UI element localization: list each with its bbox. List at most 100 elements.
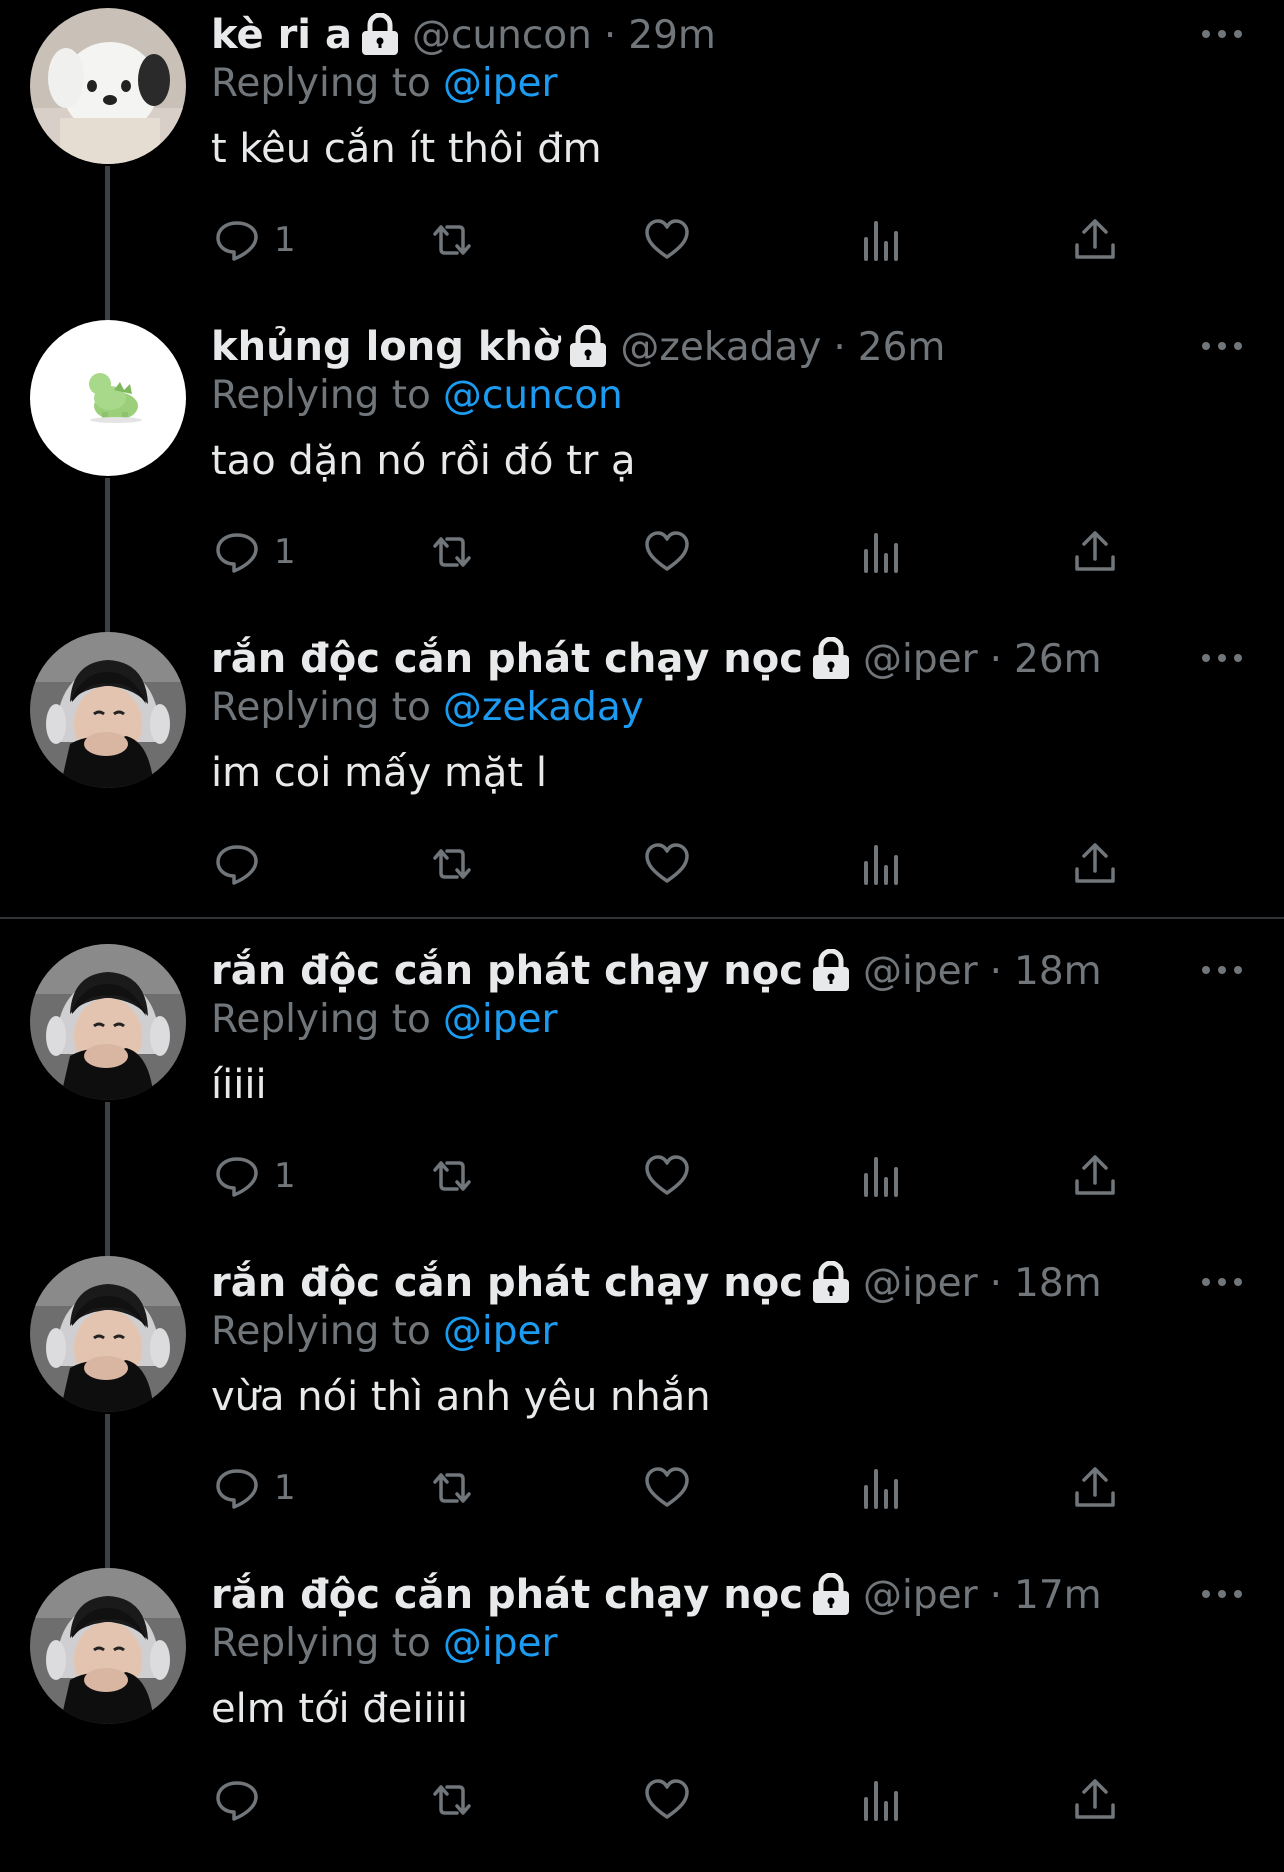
user-handle[interactable]: @iper — [863, 949, 978, 994]
views-button[interactable] — [856, 1146, 906, 1206]
share-button[interactable] — [1070, 522, 1120, 582]
timestamp[interactable]: 26m — [858, 325, 946, 370]
user-handle[interactable]: @zekaday — [620, 325, 821, 370]
avatar-image — [30, 632, 186, 788]
timestamp[interactable]: 17m — [1014, 1573, 1102, 1618]
display-name[interactable]: rắn độc cắn phát chạy nọc — [211, 1572, 803, 1618]
avatar[interactable] — [30, 944, 186, 1100]
avatar[interactable] — [30, 1568, 186, 1724]
tweet[interactable]: khủng long khờ @zekaday · 26m Replying t… — [0, 312, 1284, 624]
heart-icon — [645, 531, 689, 571]
replying-to-link[interactable]: @zekaday — [443, 685, 644, 730]
meta-separator: · — [989, 1572, 1003, 1618]
heart-icon — [645, 1467, 689, 1507]
tweet-text: elm tới đeiiiii — [211, 1686, 468, 1732]
like-button[interactable] — [642, 1770, 692, 1830]
more-icon[interactable] — [1200, 960, 1244, 980]
retweet-button[interactable] — [427, 1770, 477, 1830]
avatar[interactable] — [30, 320, 186, 476]
avatar[interactable] — [30, 632, 186, 788]
meta-separator: · — [989, 948, 1003, 994]
share-button[interactable] — [1070, 1770, 1120, 1830]
reply-button[interactable]: 1 — [212, 1458, 296, 1518]
more-icon[interactable] — [1200, 336, 1244, 356]
avatar-image — [30, 320, 186, 476]
tweet-text: vừa nói thì anh yêu nhắn — [211, 1374, 711, 1420]
tweet[interactable]: rắn độc cắn phát chạy nọc @iper · 17m Re… — [0, 1560, 1284, 1872]
heart-icon — [645, 219, 689, 259]
share-icon — [1075, 1155, 1115, 1195]
views-button[interactable] — [856, 522, 906, 582]
reply-button[interactable]: 1 — [212, 1146, 296, 1206]
share-button[interactable] — [1070, 1458, 1120, 1518]
like-button[interactable] — [642, 834, 692, 894]
views-button[interactable] — [856, 210, 906, 270]
display-name[interactable]: kè ri a — [211, 12, 352, 58]
retweet-button[interactable] — [427, 1146, 477, 1206]
like-button[interactable] — [642, 1146, 692, 1206]
share-button[interactable] — [1070, 1146, 1120, 1206]
replying-to-link[interactable]: @cuncon — [443, 373, 623, 418]
share-button[interactable] — [1070, 210, 1120, 270]
reply-button[interactable] — [212, 1770, 274, 1830]
tweet[interactable]: rắn độc cắn phát chạy nọc @iper · 18m Re… — [0, 936, 1284, 1248]
replying-to-link[interactable]: @iper — [443, 61, 558, 106]
thread-connector — [105, 624, 110, 632]
more-icon[interactable] — [1200, 648, 1244, 668]
retweet-icon — [433, 537, 471, 567]
replying-label: Replying to — [211, 1308, 431, 1354]
display-name[interactable]: rắn độc cắn phát chạy nọc — [211, 1260, 803, 1306]
display-name[interactable]: khủng long khờ — [211, 324, 560, 370]
tweet[interactable]: kè ri a @cuncon · 29m Replying to @iper … — [0, 0, 1284, 312]
timestamp[interactable]: 29m — [628, 13, 716, 58]
retweet-button[interactable] — [427, 210, 477, 270]
views-button[interactable] — [856, 834, 906, 894]
user-handle[interactable]: @iper — [863, 1261, 978, 1306]
tweet-header: khủng long khờ @zekaday · 26m — [211, 320, 945, 374]
meta-separator: · — [833, 324, 846, 370]
lock-icon — [811, 1572, 851, 1617]
share-button[interactable] — [1070, 834, 1120, 894]
views-button[interactable] — [856, 1458, 906, 1518]
user-handle[interactable]: @iper — [863, 1573, 978, 1618]
more-icon[interactable] — [1200, 1584, 1244, 1604]
like-button[interactable] — [642, 522, 692, 582]
user-handle[interactable]: @cuncon — [412, 13, 592, 58]
display-name[interactable]: rắn độc cắn phát chạy nọc — [211, 948, 803, 994]
replying-label: Replying to — [211, 372, 431, 418]
reply-button[interactable]: 1 — [212, 522, 296, 582]
tweet-text: t kêu cắn ít thôi đm — [211, 126, 602, 172]
reply-icon — [216, 533, 258, 573]
share-icon — [1075, 1467, 1115, 1507]
timestamp[interactable]: 18m — [1014, 949, 1102, 994]
like-button[interactable] — [642, 1458, 692, 1518]
replying-to-link[interactable]: @iper — [443, 1309, 558, 1354]
timestamp[interactable]: 26m — [1014, 637, 1102, 682]
replying-to-link[interactable]: @iper — [443, 1621, 558, 1666]
avatar[interactable] — [30, 8, 186, 164]
analytics-icon — [864, 221, 898, 261]
avatar[interactable] — [30, 1256, 186, 1412]
display-name[interactable]: rắn độc cắn phát chạy nọc — [211, 636, 803, 682]
reply-button[interactable] — [212, 834, 274, 894]
more-icon[interactable] — [1200, 1272, 1244, 1292]
replying-to-line: Replying to @cuncon — [211, 368, 623, 422]
views-button[interactable] — [856, 1770, 906, 1830]
tweet[interactable]: rắn độc cắn phát chạy nọc @iper · 26m Re… — [0, 624, 1284, 936]
more-icon[interactable] — [1200, 24, 1244, 44]
thread-connector — [105, 1248, 110, 1256]
tweet-header: rắn độc cắn phát chạy nọc @iper · 18m — [211, 944, 1102, 998]
reply-button[interactable]: 1 — [212, 210, 296, 270]
user-handle[interactable]: @iper — [863, 637, 978, 682]
timestamp[interactable]: 18m — [1014, 1261, 1102, 1306]
share-icon — [1075, 843, 1115, 883]
retweet-button[interactable] — [427, 1458, 477, 1518]
tweet-header: rắn độc cắn phát chạy nọc @iper · 18m — [211, 1256, 1102, 1310]
retweet-button[interactable] — [427, 522, 477, 582]
retweet-button[interactable] — [427, 834, 477, 894]
tweet[interactable]: rắn độc cắn phát chạy nọc @iper · 18m Re… — [0, 1248, 1284, 1560]
avatar-image — [30, 1256, 186, 1412]
replying-to-link[interactable]: @iper — [443, 997, 558, 1042]
meta-separator: · — [989, 636, 1003, 682]
like-button[interactable] — [642, 210, 692, 270]
